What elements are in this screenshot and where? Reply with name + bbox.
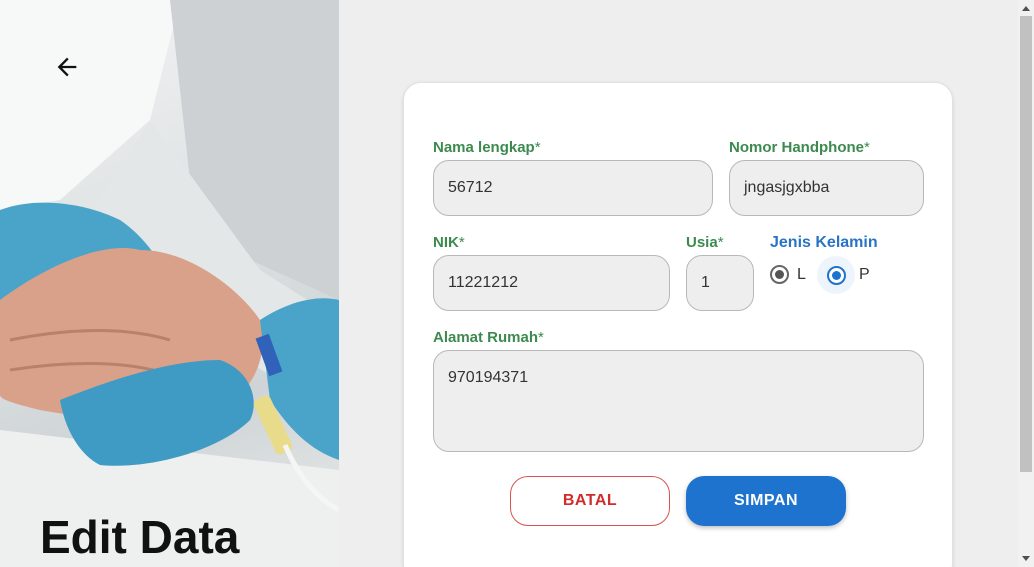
edit-form-card: Nama lengkap* 56712 Nomor Handphone* jng… <box>403 82 953 567</box>
arrow-left-icon <box>57 57 77 77</box>
radio-p-label: P <box>859 266 870 283</box>
radio-l[interactable] <box>770 265 789 284</box>
save-button[interactable]: SIMPAN <box>686 476 846 526</box>
cancel-button[interactable]: BATAL <box>510 476 670 526</box>
radio-l-label: L <box>797 265 806 283</box>
scroll-down-icon[interactable] <box>1018 551 1034 567</box>
gender-option-l[interactable]: L <box>770 265 806 284</box>
usia-label: Usia* <box>686 234 724 251</box>
phone-input[interactable]: jngasjgxbba <box>729 160 924 216</box>
alamat-textarea[interactable]: 970194371 <box>433 350 924 452</box>
scroll-thumb[interactable] <box>1020 16 1032 472</box>
nama-label: Nama lengkap* <box>433 139 541 156</box>
phone-label: Nomor Handphone* <box>729 139 870 156</box>
back-button[interactable] <box>46 46 88 88</box>
radio-p[interactable] <box>826 265 846 285</box>
hero-panel: Edit Data <box>0 0 339 567</box>
scroll-up-icon[interactable] <box>1018 0 1034 16</box>
page-title: Edit Data <box>40 511 240 563</box>
page-scrollbar[interactable] <box>1018 0 1034 567</box>
gender-label: Jenis Kelamin <box>770 234 878 251</box>
nama-input[interactable]: 56712 <box>433 160 713 216</box>
usia-input[interactable]: 1 <box>686 255 754 311</box>
alamat-label: Alamat Rumah* <box>433 329 544 346</box>
nik-label: NIK* <box>433 234 465 251</box>
gender-option-p[interactable]: P <box>817 256 870 294</box>
nik-input[interactable]: 11221212 <box>433 255 670 311</box>
